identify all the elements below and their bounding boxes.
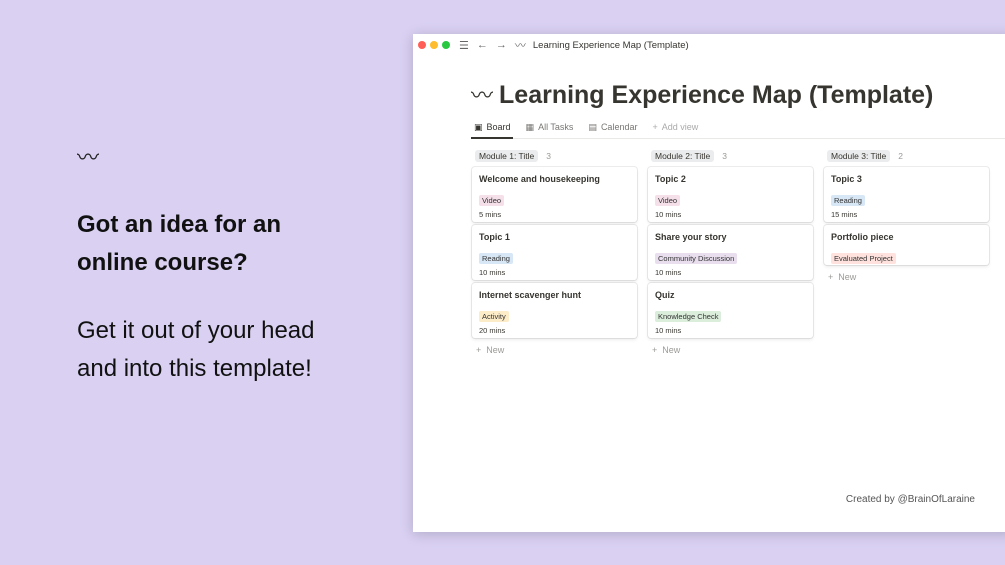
page-title-text[interactable]: Learning Experience Map (Template) bbox=[499, 81, 933, 109]
close-window-button[interactable] bbox=[418, 41, 426, 49]
card-title: Topic 2 bbox=[655, 174, 686, 184]
promo-heading-line1: Got an idea for an bbox=[77, 211, 282, 238]
board-column-module-1: Module 1: Title 3 Welcome and housekeepi… bbox=[472, 149, 637, 355]
tag-reading: Reading bbox=[479, 253, 513, 264]
plus-icon: + bbox=[652, 122, 658, 132]
add-view-label: Add view bbox=[661, 122, 699, 132]
card-internet-scavenger-hunt[interactable]: Internet scavenger hunt Activity 20 mins bbox=[472, 283, 637, 338]
add-view-button[interactable]: + Add view bbox=[649, 120, 700, 139]
card-portfolio-piece[interactable]: Portfolio piece Evaluated Project bbox=[824, 225, 989, 265]
plus-icon: + bbox=[828, 272, 834, 282]
card-title: Topic 3 bbox=[831, 174, 862, 184]
card-title: Portfolio piece bbox=[831, 232, 894, 242]
card-welcome-and-housekeeping[interactable]: Welcome and housekeeping Video 5 mins bbox=[472, 167, 637, 222]
column-title[interactable]: Module 1: Title bbox=[475, 150, 539, 162]
card-share-your-story[interactable]: Share your story Community Discussion 10… bbox=[648, 225, 813, 280]
column-count: 2 bbox=[898, 151, 904, 161]
column-title[interactable]: Module 3: Title bbox=[827, 150, 891, 162]
card-duration: 10 mins bbox=[655, 210, 682, 219]
tag-video: Video bbox=[479, 195, 505, 206]
new-label: New bbox=[662, 345, 681, 355]
promo-body-line1: Get it out of your head bbox=[77, 317, 315, 344]
credit-text: Created by @BrainOfLaraine bbox=[845, 494, 975, 505]
column-header[interactable]: Module 1: Title 3 bbox=[472, 149, 637, 163]
card-title: Share your story bbox=[655, 232, 727, 242]
promo-panel: 〰 Got an idea for an online course? Get … bbox=[77, 145, 377, 388]
board-column-module-3: Module 3: Title 2 Topic 3 Reading 15 min… bbox=[824, 149, 989, 355]
page-title-squiggle-icon[interactable]: 〰 bbox=[471, 83, 493, 108]
menu-icon[interactable]: ☰ bbox=[459, 39, 469, 52]
column-count: 3 bbox=[546, 151, 552, 161]
card-title: Topic 1 bbox=[479, 232, 510, 242]
card-duration: 20 mins bbox=[479, 326, 506, 335]
board-icon: ▣ bbox=[474, 122, 483, 132]
new-label: New bbox=[486, 345, 505, 355]
tab-calendar-label: Calendar bbox=[600, 122, 638, 132]
new-label: New bbox=[838, 272, 857, 282]
calendar-icon: ▤ bbox=[588, 122, 597, 132]
tag-knowledge-check: Knowledge Check bbox=[655, 311, 722, 322]
new-card-button[interactable]: + New bbox=[652, 345, 813, 355]
board-column-module-2: Module 2: Title 3 Topic 2 Video 10 mins … bbox=[648, 149, 813, 355]
titlebar-page-title: Learning Experience Map (Template) bbox=[532, 39, 689, 51]
card-title: Quiz bbox=[655, 290, 675, 300]
titlebar: ☰ ← → 〰 Learning Experience Map (Templat… bbox=[413, 34, 1005, 56]
tab-all-tasks[interactable]: ▦ All Tasks bbox=[523, 120, 576, 139]
card-duration: 15 mins bbox=[831, 210, 858, 219]
promo-heading-line2: online course? bbox=[77, 249, 248, 276]
table-icon: ▦ bbox=[525, 122, 535, 132]
app-window: ☰ ← → 〰 Learning Experience Map (Templat… bbox=[413, 34, 1005, 532]
plus-icon: + bbox=[652, 345, 658, 355]
new-card-button[interactable]: + New bbox=[476, 345, 637, 355]
tag-video: Video bbox=[655, 195, 681, 206]
card-duration: 5 mins bbox=[479, 210, 502, 219]
tag-activity: Activity bbox=[479, 311, 509, 322]
maximize-window-button[interactable] bbox=[442, 41, 450, 49]
tag-community-discussion: Community Discussion bbox=[655, 253, 738, 264]
view-tabs: ▣ Board ▦ All Tasks ▤ Calendar + Add vie… bbox=[471, 120, 1005, 139]
column-count: 3 bbox=[722, 151, 728, 161]
card-topic-2[interactable]: Topic 2 Video 10 mins bbox=[648, 167, 813, 222]
new-card-button[interactable]: + New bbox=[828, 272, 989, 282]
promo-heading: Got an idea for an online course? bbox=[77, 206, 377, 282]
board: Module 1: Title 3 Welcome and housekeepi… bbox=[472, 149, 1000, 355]
column-header[interactable]: Module 3: Title 2 bbox=[824, 149, 989, 163]
page-squiggle-icon: 〰 bbox=[514, 40, 526, 52]
card-quiz[interactable]: Quiz Knowledge Check 10 mins bbox=[648, 283, 813, 338]
card-duration: 10 mins bbox=[479, 268, 506, 277]
promo-body: Get it out of your head and into this te… bbox=[77, 312, 377, 388]
card-duration: 10 mins bbox=[655, 268, 682, 277]
tag-reading: Reading bbox=[831, 195, 865, 206]
back-arrow-icon[interactable]: ← bbox=[477, 39, 488, 51]
squiggle-icon: 〰 bbox=[77, 145, 100, 170]
card-title: Welcome and housekeeping bbox=[479, 174, 600, 184]
column-title[interactable]: Module 2: Title bbox=[651, 150, 715, 162]
tab-board[interactable]: ▣ Board bbox=[471, 120, 513, 139]
card-duration: 10 mins bbox=[655, 326, 682, 335]
card-title: Internet scavenger hunt bbox=[479, 290, 582, 300]
card-topic-3[interactable]: Topic 3 Reading 15 mins bbox=[824, 167, 989, 222]
tab-calendar[interactable]: ▤ Calendar bbox=[585, 120, 639, 139]
forward-arrow-icon[interactable]: → bbox=[496, 39, 507, 51]
tag-evaluated-project: Evaluated Project bbox=[831, 253, 896, 264]
page-title[interactable]: 〰 Learning Experience Map (Template) bbox=[471, 78, 933, 110]
column-header[interactable]: Module 2: Title 3 bbox=[648, 149, 813, 163]
card-topic-1[interactable]: Topic 1 Reading 10 mins bbox=[472, 225, 637, 280]
promo-body-line2: and into this template! bbox=[77, 355, 312, 382]
minimize-window-button[interactable] bbox=[430, 41, 438, 49]
tab-board-label: Board bbox=[486, 122, 511, 132]
plus-icon: + bbox=[476, 345, 482, 355]
tab-all-tasks-label: All Tasks bbox=[538, 122, 574, 132]
